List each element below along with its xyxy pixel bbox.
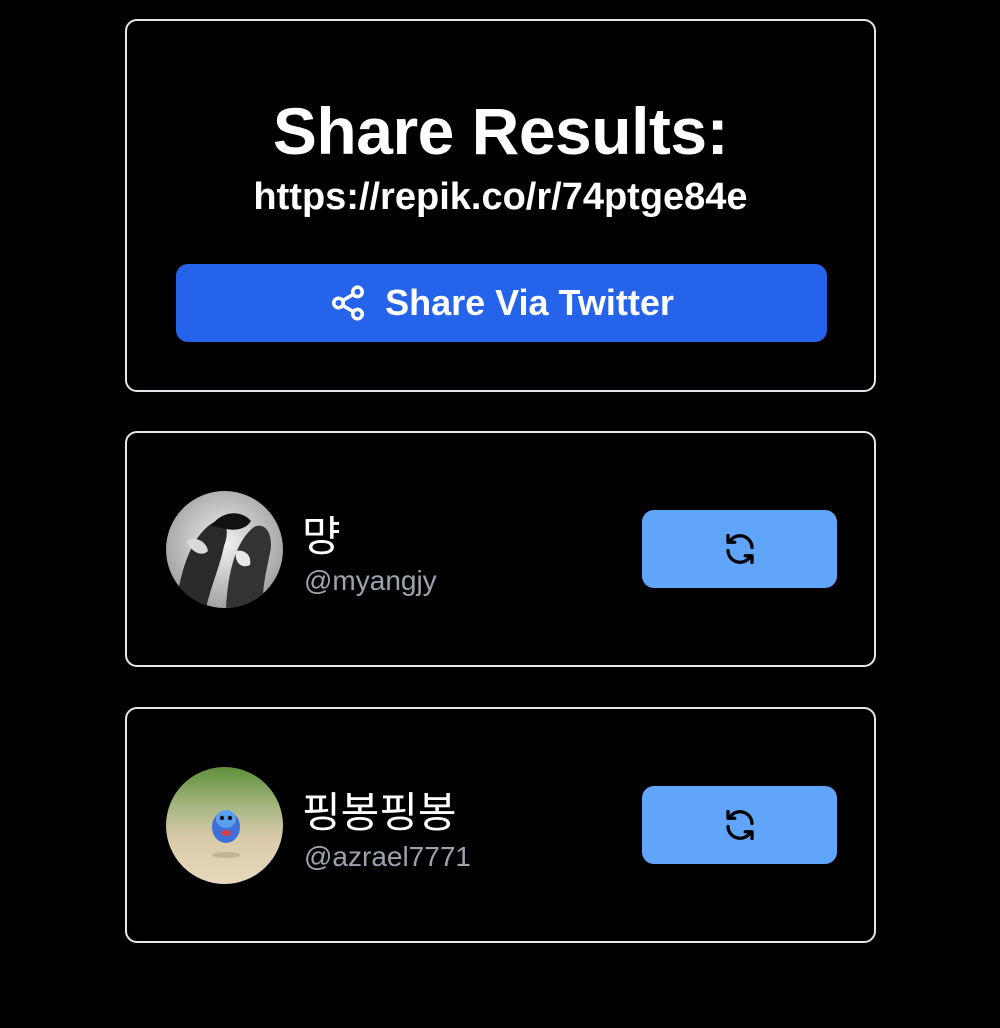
share-via-twitter-button[interactable]: Share Via Twitter: [176, 264, 827, 342]
share-via-twitter-label: Share Via Twitter: [385, 282, 674, 323]
user-card: 먕 @myangjy: [125, 431, 876, 667]
refresh-icon: [725, 533, 754, 565]
avatar: [166, 767, 283, 884]
user-handle: @myangjy: [304, 565, 437, 596]
user-display-name: 핑봉핑봉: [302, 788, 457, 837]
user-handle: @azrael7771: [304, 841, 471, 872]
share-results-card: Share Results: https://repik.co/r/74ptge…: [125, 19, 876, 392]
share-icon: [329, 284, 367, 322]
share-results-title: Share Results:: [272, 94, 729, 168]
refresh-button[interactable]: [642, 510, 837, 588]
refresh-icon: [725, 809, 754, 841]
refresh-button[interactable]: [642, 786, 837, 864]
user-display-name: 먕: [302, 512, 341, 561]
share-url[interactable]: https://repik.co/r/74ptge84e: [127, 176, 874, 219]
avatar: [166, 491, 283, 608]
user-card: 핑봉핑봉 @azrael7771: [125, 707, 876, 943]
